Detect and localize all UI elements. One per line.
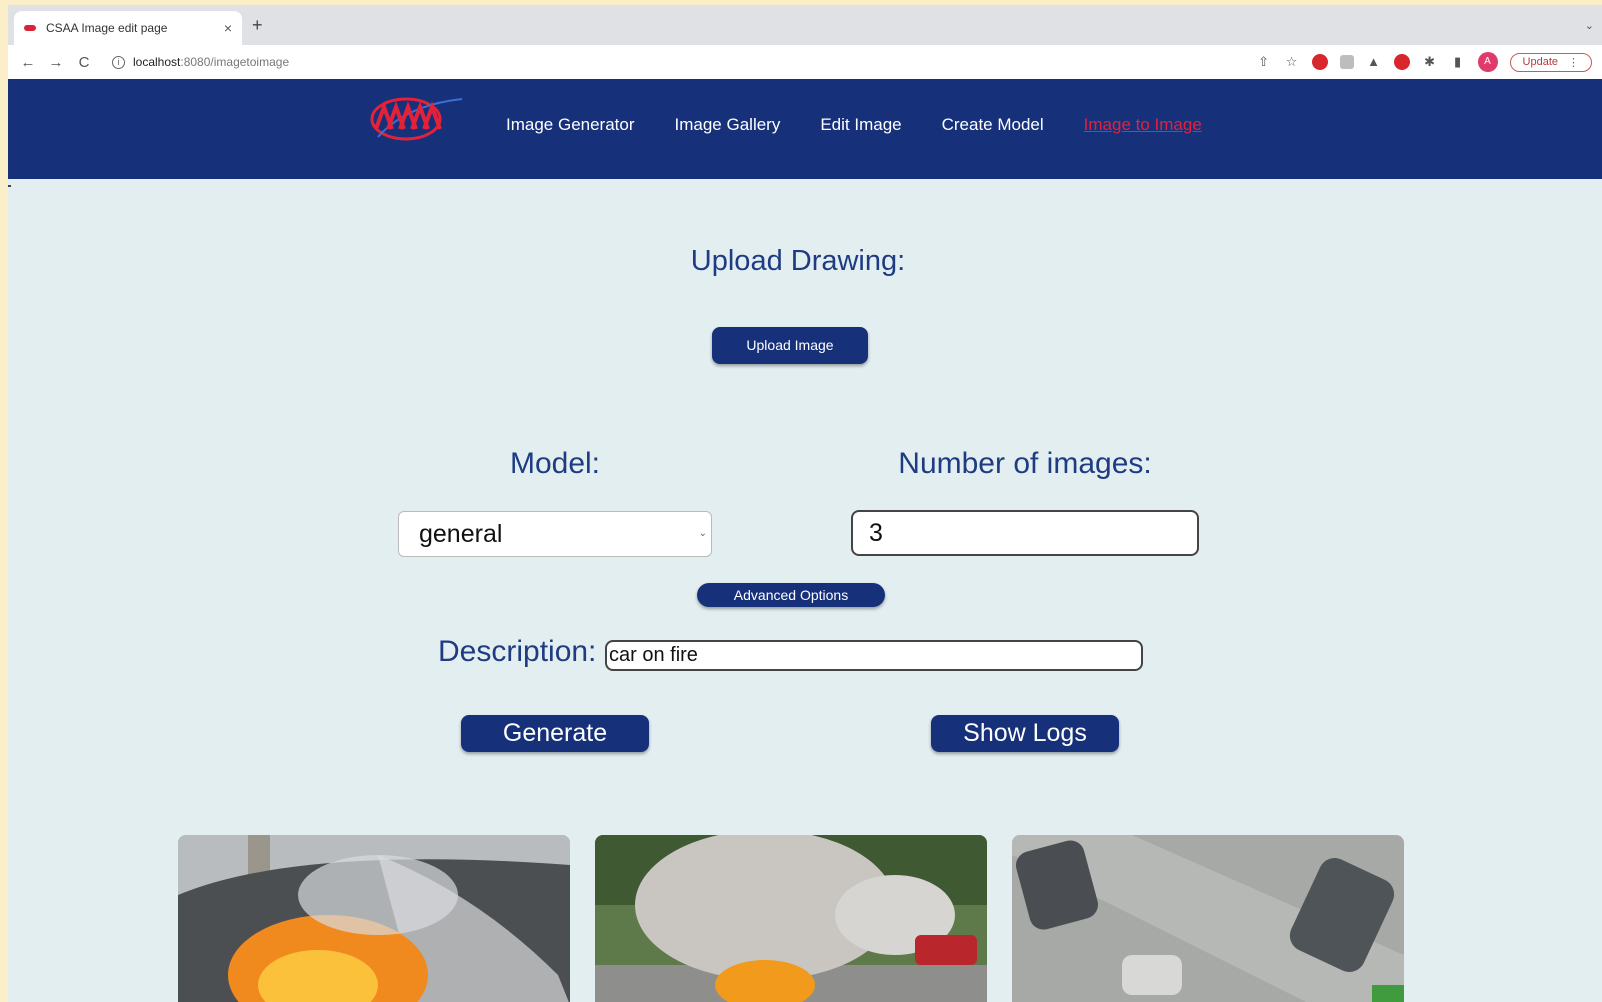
browser-tab[interactable]: CSAA Image edit page × [14,11,242,45]
upload-drawing-heading: Upload Drawing: [690,245,906,277]
extensions-area: ⇧ ☆ ▲ ✱ ▮ A Update ⋮ [1256,52,1602,72]
profile-avatar[interactable]: A [1477,52,1498,72]
car-smoke-image [595,835,987,1002]
burning-car-image [178,835,570,1002]
new-tab-icon[interactable]: + [252,15,263,36]
number-of-images-input[interactable]: 3 [851,510,1199,556]
url-path: :8080/imagetoimage [180,55,290,69]
tab-search-icon[interactable]: ⌄ [1585,19,1594,32]
upload-image-button[interactable]: Upload Image [712,327,868,364]
generate-button[interactable]: Generate [461,715,649,752]
model-select[interactable]: general ⌄ [398,511,712,557]
show-logs-button[interactable]: Show Logs [931,715,1119,752]
extensions-puzzle-icon[interactable]: ✱ [1422,54,1438,70]
app-header: Image Generator Image Gallery Edit Image… [8,79,1602,179]
number-of-images-label: Number of images: [898,447,1152,480]
description-label: Description: [438,635,597,668]
aaa-favicon-icon [24,25,36,31]
aaa-logo[interactable] [366,95,466,155]
model-label: Model: [509,447,601,480]
update-button[interactable]: Update ⋮ [1509,52,1592,72]
extension-grey-icon[interactable] [1339,55,1354,69]
result-image-2[interactable] [595,835,987,1002]
nav-edit-image[interactable]: Edit Image [820,115,901,135]
site-info-icon[interactable]: i [112,55,125,69]
model-select-value: general [419,520,503,548]
side-panel-icon[interactable]: ▮ [1450,54,1466,70]
advanced-options-button[interactable]: Advanced Options [697,583,885,607]
chevron-down-icon: ⌄ [698,528,707,539]
nav-create-model[interactable]: Create Model [942,115,1044,135]
update-label: Update [1522,55,1558,68]
back-icon[interactable]: ← [14,54,42,71]
kebab-menu-icon[interactable]: ⋮ [1568,56,1579,69]
url-host: localhost [133,55,181,69]
main-nav: Image Generator Image Gallery Edit Image… [506,115,1242,135]
description-input[interactable]: car on fire [605,640,1143,671]
browser-window: CSAA Image edit page × + ⌄ ← → C i local… [8,5,1602,1002]
red-extension-icon[interactable] [1393,54,1410,70]
close-icon[interactable]: × [224,20,232,36]
forward-icon[interactable]: → [42,54,70,71]
result-image-1[interactable] [178,835,570,1002]
tab-title: CSAA Image edit page [46,21,168,35]
aerial-cars-image [1012,835,1404,1002]
tab-strip: CSAA Image edit page × + ⌄ [8,5,1602,45]
reload-icon[interactable]: C [70,54,98,71]
adblock-extension-icon[interactable] [1311,54,1328,70]
nav-image-to-image[interactable]: Image to Image [1084,115,1202,135]
drive-extension-icon[interactable]: ▲ [1366,54,1382,70]
bookmark-star-icon[interactable]: ☆ [1284,54,1300,70]
nav-image-gallery[interactable]: Image Gallery [675,115,781,135]
result-image-3[interactable] [1012,835,1404,1002]
share-icon[interactable]: ⇧ [1256,54,1272,70]
main-content: Upload Drawing: Upload Image Model: Numb… [8,179,1602,1002]
address-bar-row: ← → C i localhost:8080/imagetoimage ⇧ ☆ … [8,45,1602,79]
address-bar[interactable]: localhost:8080/imagetoimage [133,55,289,69]
nav-image-generator[interactable]: Image Generator [506,115,635,135]
